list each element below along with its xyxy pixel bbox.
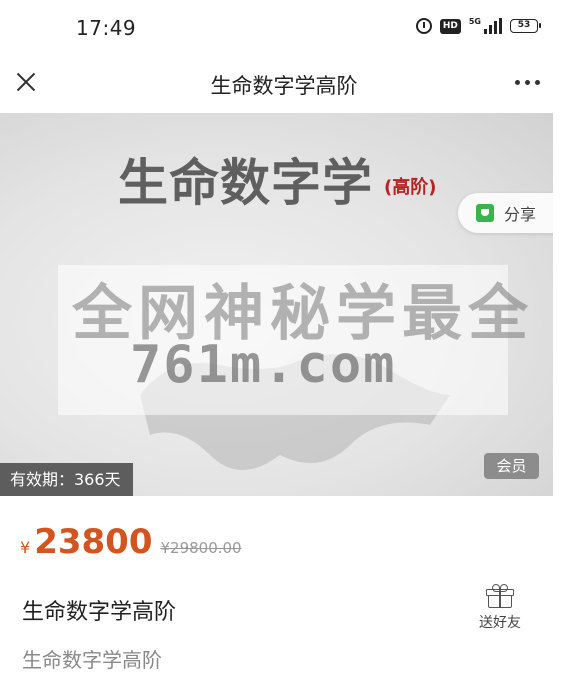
- status-time: 17:49: [76, 16, 137, 40]
- status-icons: HD 5G 53: [415, 18, 541, 34]
- product-name: 生命数字学高阶: [22, 600, 177, 625]
- course-level-badge: (高阶): [384, 177, 437, 198]
- hd-icon: HD: [439, 18, 461, 34]
- signal-icon: 5G: [469, 18, 502, 34]
- current-price: 23800: [34, 522, 153, 562]
- validity-label: 有效期：366天: [0, 463, 133, 496]
- course-banner: 生命数字学 (高阶) 分享 全网神秘学最全 761m.com 有效期：366天 …: [0, 113, 553, 496]
- member-badge: 会员: [484, 453, 539, 479]
- status-bar: 17:49 HD 5G 53: [0, 0, 568, 58]
- currency-symbol: ¥: [20, 538, 31, 557]
- nav-bar: 生命数字学高阶: [0, 58, 568, 110]
- gift-label: 送好友: [479, 615, 521, 631]
- network-label: 5G: [468, 17, 481, 26]
- course-title: 生命数字学: [118, 154, 373, 212]
- share-button[interactable]: 分享: [458, 193, 553, 233]
- page-title: 生命数字学高阶: [210, 74, 358, 98]
- more-options-icon[interactable]: [515, 80, 540, 85]
- alarm-icon: [415, 18, 432, 34]
- price-row: ¥ 23800 ¥29800.00: [20, 522, 242, 562]
- original-price: ¥29800.00: [160, 539, 242, 557]
- gift-to-friend-button[interactable]: 送好友: [470, 584, 530, 644]
- share-label: 分享: [504, 205, 537, 224]
- gift-icon: [486, 584, 514, 608]
- product-subtitle: 生命数字学高阶: [22, 648, 162, 672]
- product-info: ¥ 23800 ¥29800.00 生命数字学高阶 生命数字学高阶 送好友: [0, 496, 568, 683]
- watermark-url: 761m.com: [130, 335, 397, 395]
- battery-icon: 53: [510, 19, 541, 33]
- share-icon: [476, 204, 494, 222]
